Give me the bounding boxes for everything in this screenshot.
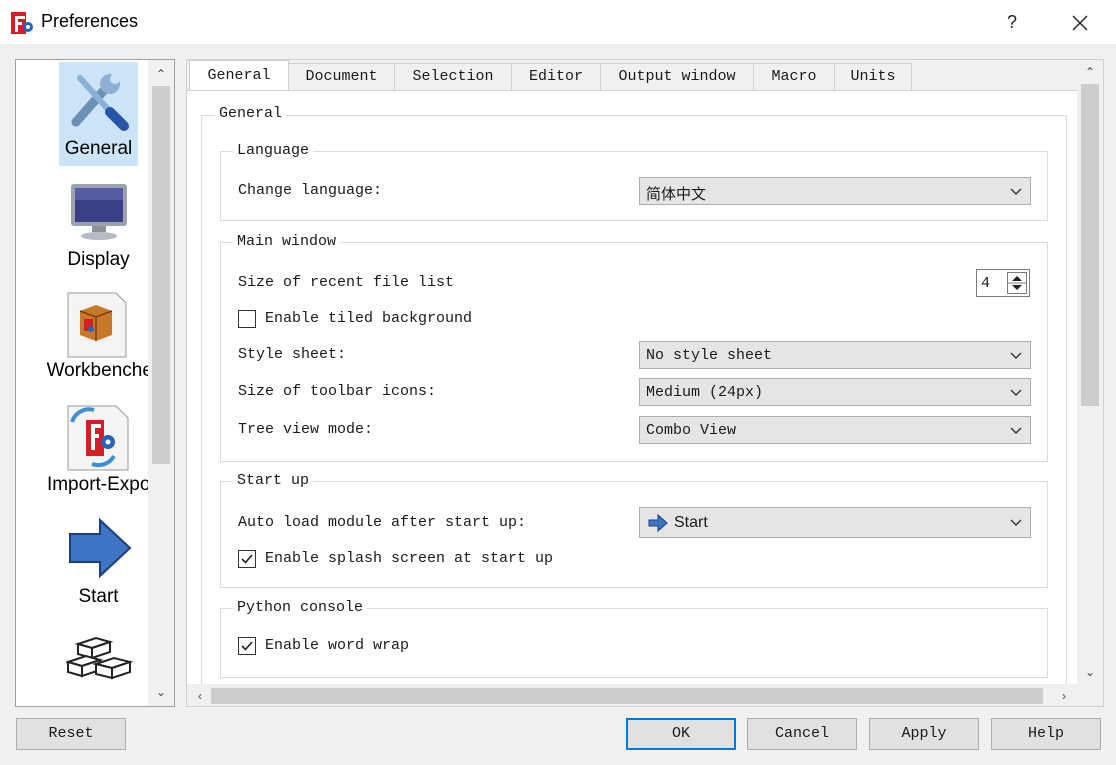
spin-up-down-icon[interactable] [1008,273,1026,293]
start-up-group-title: Start up [233,472,314,489]
change-language-label: Change language: [238,182,383,199]
main-window-group-title: Main window [233,233,341,250]
tab-content: General Language Change language: 简体中文 M… [187,90,1077,705]
toolbar-icons-label: Size of toolbar icons: [238,383,437,400]
language-select[interactable]: 简体中文 [639,177,1031,205]
scroll-down-icon[interactable]: ⌄ [148,680,174,704]
page-hscroll-thumb[interactable] [211,688,1043,704]
chevron-down-icon [1010,427,1022,434]
checkmark-icon [241,554,253,564]
scroll-up-icon[interactable]: ⌃ [1077,60,1103,84]
chevron-down-icon [1010,519,1022,526]
sidebar-item-bricks[interactable] [16,622,149,706]
recent-files-spinbox[interactable]: 4 [976,269,1030,297]
sidebar-item-import-export[interactable]: Import-Export [16,398,162,508]
workbench-box-icon [67,292,127,358]
tab-output-window[interactable]: Output window [600,63,754,90]
splash-screen-label: Enable splash screen at start up [265,550,554,567]
apply-button[interactable]: Apply [869,718,979,750]
sidebar-item-general[interactable]: General [16,60,149,172]
right-arrow-icon [69,517,132,579]
chevron-down-icon [1010,188,1022,195]
sidebar-scrollbar[interactable]: ⌃ ⌄ [148,60,174,706]
page-horizontal-scrollbar[interactable]: ‹ › [187,684,1077,706]
monitor-icon [71,184,127,240]
scroll-right-icon[interactable]: › [1051,684,1077,706]
freecad-app-icon [11,12,33,34]
reset-button[interactable]: Reset [16,718,126,750]
page-vertical-scrollbar[interactable]: ⌃ ⌄ [1077,60,1103,684]
language-select-value: 简体中文 [646,185,707,203]
tiled-background-label: Enable tiled background [265,310,473,327]
toolbar-icons-select[interactable]: Medium (24px) [639,378,1031,406]
word-wrap-checkbox[interactable] [238,637,256,655]
language-group-title: Language [233,142,314,159]
bricks-icon [66,636,134,680]
chevron-down-icon [1010,389,1022,396]
tab-units[interactable]: Units [834,63,912,90]
tree-view-select[interactable]: Combo View [639,416,1031,444]
ok-button[interactable]: OK [626,718,736,750]
python-console-group-title: Python console [233,599,368,616]
title-bar: Preferences ? [0,0,1116,44]
general-group-title: General [215,105,287,122]
sidebar-item-label: Start [78,586,119,607]
page-scroll-thumb[interactable] [1081,84,1099,406]
tiled-background-checkbox[interactable] [238,310,256,328]
checkmark-icon [241,641,253,651]
scroll-left-icon[interactable]: ‹ [187,684,213,706]
preferences-page: General Document Selection Editor Output… [186,59,1104,707]
right-arrow-icon [648,514,668,532]
tab-general[interactable]: General [189,60,289,91]
window-title: Preferences [41,11,139,31]
splash-screen-checkbox[interactable] [238,550,256,568]
style-sheet-select[interactable]: No style sheet [639,341,1031,369]
auto-load-value: Start [674,514,708,531]
sidebar-item-label: General [64,138,133,159]
toolbar-icons-value: Medium (24px) [646,384,764,401]
style-sheet-value: No style sheet [646,347,773,364]
scroll-down-icon[interactable]: ⌄ [1077,660,1103,684]
word-wrap-label: Enable word wrap [265,637,410,654]
auto-load-label: Auto load module after start up: [238,514,527,531]
import-export-icon [67,405,129,471]
style-sheet-label: Style sheet: [238,346,347,363]
sidebar-scroll-thumb[interactable] [152,86,170,464]
help-button[interactable]: Help [991,718,1101,750]
sidebar-item-label: Display [67,249,130,270]
tab-editor[interactable]: Editor [511,63,601,90]
tab-bar: General Document Selection Editor Output… [187,60,1077,91]
cancel-button[interactable]: Cancel [747,718,857,750]
preferences-category-list[interactable]: General Display Workbenches Import-Expor… [15,59,175,707]
recent-files-value: 4 [981,275,991,292]
scroll-up-icon[interactable]: ⌃ [148,62,174,86]
context-help-button[interactable]: ? [1000,10,1024,34]
close-icon[interactable] [1066,9,1094,37]
sidebar-item-display[interactable]: Display [16,174,149,284]
auto-load-select[interactable]: Start [639,507,1031,538]
tab-document[interactable]: Document [288,63,395,90]
wrench-screwdriver-icon [71,74,129,131]
chevron-down-icon [1010,352,1022,359]
tree-view-value: Combo View [646,422,737,439]
scroll-corner [1077,684,1103,706]
tab-macro[interactable]: Macro [753,63,835,90]
sidebar-item-start[interactable]: Start [16,510,149,620]
sidebar-item-workbenches[interactable]: Workbenches [16,286,162,396]
tree-view-label: Tree view mode: [238,421,374,438]
tab-selection[interactable]: Selection [394,63,512,90]
spin-buttons[interactable] [1007,272,1027,294]
recent-files-label: Size of recent file list [238,274,455,291]
